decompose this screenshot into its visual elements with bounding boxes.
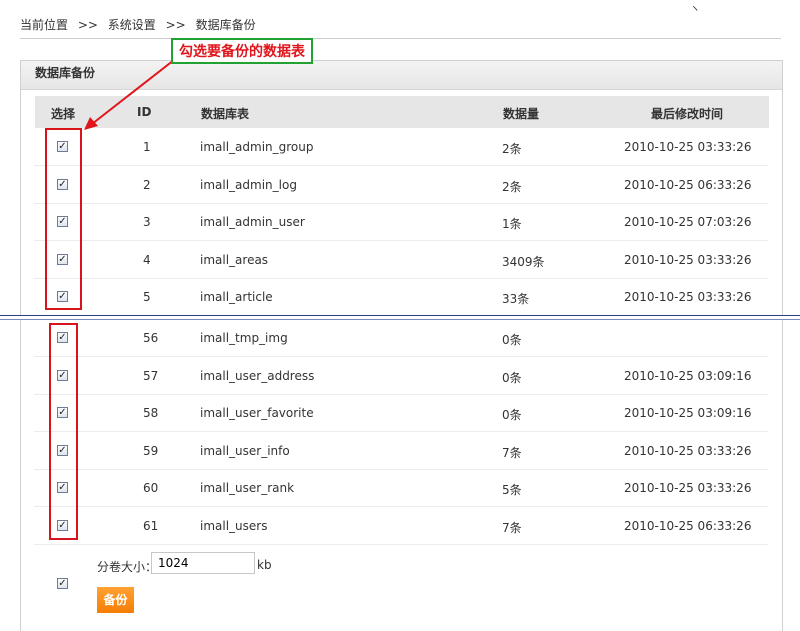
- cell-count: 2条: [502, 142, 522, 156]
- table-row: ✓ 58 imall_user_favorite 0条 2010-10-25 03:09…: [34, 394, 768, 433]
- cell-id: 1: [143, 140, 151, 154]
- breadcrumb-item: 数据库备份: [195, 18, 256, 32]
- cell-modified: 2010-10-25 06:33:26: [624, 177, 752, 192]
- table-row: ✓ 59 imall_user_info 7条 2010-10-25 03:33:26: [34, 432, 768, 470]
- cell-count: 0条: [502, 408, 522, 423]
- cell-id: 58: [143, 406, 159, 421]
- cell-count: 3409条: [502, 254, 545, 269]
- cell-modified: 2010-10-25 03:33:26: [624, 443, 752, 458]
- breadcrumb-separator: >>: [77, 18, 98, 32]
- cell-count: 5条: [502, 483, 522, 498]
- table-row: ✓ 57 imall_user_address 0条 2010-10-25 03:09:…: [34, 357, 768, 395]
- volume-size-input[interactable]: [151, 552, 255, 574]
- header-modified: 最后修改时间: [651, 107, 724, 121]
- cell-table-name: imall_user_info: [200, 443, 290, 458]
- cell-count: 0条: [502, 333, 522, 347]
- header-id: ID: [137, 105, 152, 119]
- table-row: ✓ 60 imall_user_rank 5条 2010-10-25 03:33:26: [34, 469, 768, 508]
- cell-table-name: imall_article: [200, 290, 273, 305]
- table-row: ✓ 61 imall_users 7条 2010-10-25 06:33:26: [34, 507, 768, 545]
- checkbox-checked-icon[interactable]: ✓: [57, 578, 68, 589]
- cell-modified: 2010-10-25 03:33:26: [624, 481, 752, 496]
- cell-count: 1条: [502, 217, 522, 232]
- cell-table-name: imall_user_favorite: [200, 406, 314, 421]
- cell-id: 61: [143, 519, 159, 533]
- cell-id: 5: [143, 290, 151, 305]
- breadcrumb-separator: >>: [165, 18, 186, 32]
- table-header: 选择 ID 数据库表 数据量 最后修改时间: [35, 96, 769, 128]
- cell-modified: 2010-10-25 03:33:26: [624, 252, 752, 267]
- cell-modified: 2010-10-25 06:33:26: [624, 519, 752, 533]
- cell-count: 7条: [502, 521, 522, 535]
- volume-unit: kb: [257, 558, 272, 572]
- cell-modified: 2010-10-25 03:33:26: [624, 140, 752, 154]
- table-row: ✓ 5 imall_article 33条 2010-10-25 03:33:26: [34, 278, 768, 317]
- panel-title: 数据库备份: [21, 61, 782, 90]
- cell-modified: 2010-10-25 07:03:26: [624, 215, 752, 230]
- cell-count: 2条: [502, 179, 522, 194]
- cell-id: 3: [143, 215, 151, 230]
- cell-table-name: imall_user_rank: [200, 481, 295, 496]
- cell-table-name: imall_areas: [200, 252, 269, 267]
- header-select: 选择: [51, 107, 76, 121]
- breadcrumb: 当前位置 >> 系统设置 >> 数据库备份: [20, 16, 262, 33]
- corner-glyph: ヽ: [690, 4, 700, 15]
- cell-table-name: imall_admin_log: [200, 177, 297, 192]
- cell-id: 4: [143, 252, 151, 267]
- cell-id: 2: [143, 177, 151, 192]
- table-row: ✓ 3 imall_admin_user 1条 2010-10-25 07:03:26: [34, 203, 768, 242]
- cell-count: 33条: [502, 292, 530, 307]
- screenshot-splice-divider: [0, 315, 800, 320]
- volume-size-label: 分卷大小：: [97, 560, 158, 574]
- cell-table-name: imall_tmp_img: [200, 331, 288, 345]
- highlight-box-bottom: [49, 323, 78, 540]
- backup-button[interactable]: 备份: [97, 587, 134, 613]
- cell-id: 57: [143, 368, 159, 383]
- cell-table-name: imall_admin_group: [200, 140, 314, 154]
- cell-table-name: imall_user_address: [200, 368, 315, 383]
- cell-table-name: imall_users: [200, 519, 268, 533]
- breadcrumb-item: 当前位置: [20, 18, 69, 32]
- header-table: 数据库表: [201, 107, 250, 121]
- divider: [20, 38, 781, 39]
- cell-id: 60: [143, 481, 159, 496]
- cell-count: 0条: [502, 370, 522, 385]
- table-row: ✓ 56 imall_tmp_img 0条: [34, 319, 768, 357]
- cell-count: 7条: [502, 445, 522, 460]
- cell-modified: 2010-10-25 03:09:16: [624, 406, 752, 421]
- cell-table-name: imall_admin_user: [200, 215, 305, 230]
- cell-modified: 2010-10-25 03:09:16: [624, 368, 752, 383]
- table-row: ✓ 4 imall_areas 3409条 2010-10-25 03:33:26: [34, 241, 768, 279]
- cell-id: 56: [143, 331, 159, 345]
- table-row: ✓ 2 imall_admin_log 2条 2010-10-25 06:33:26: [34, 166, 768, 204]
- header-count: 数据量: [503, 107, 540, 121]
- annotation-callout: 勾选要备份的数据表: [171, 38, 313, 64]
- cell-modified: 2010-10-25 03:33:26: [624, 290, 752, 305]
- cell-id: 59: [143, 443, 159, 458]
- breadcrumb-item[interactable]: 系统设置: [108, 18, 156, 32]
- table-row: ✓ 1 imall_admin_group 2条 2010-10-25 03:33:26: [34, 128, 768, 166]
- highlight-box-top: [45, 128, 82, 310]
